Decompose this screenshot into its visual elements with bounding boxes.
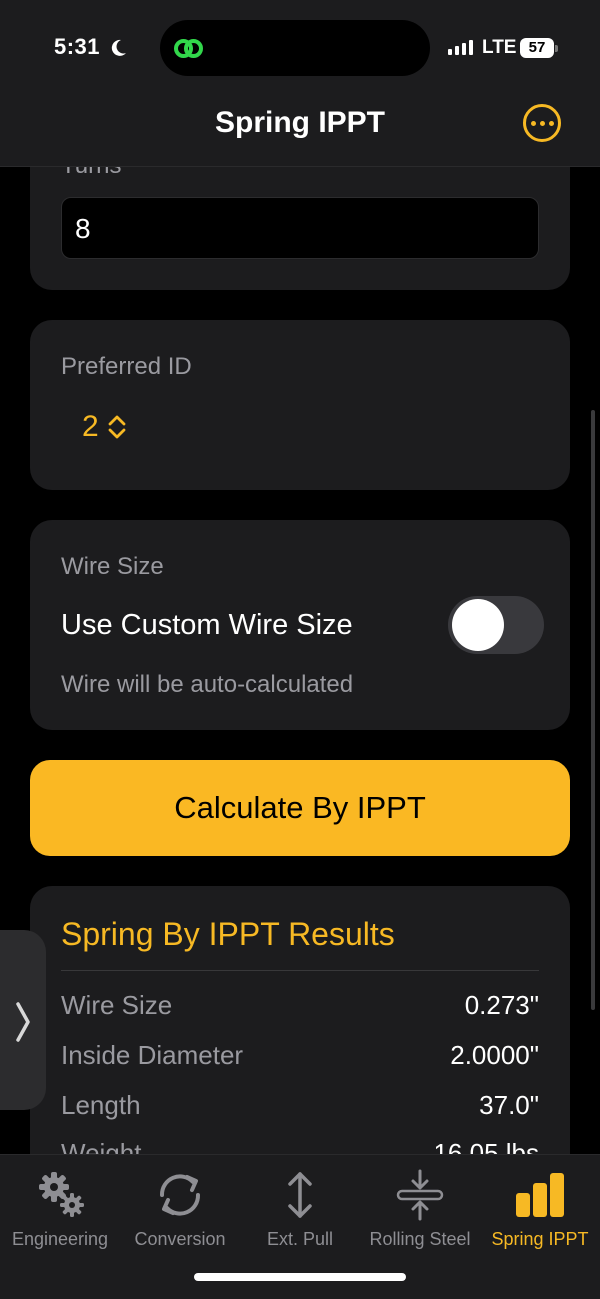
link-chain-icon bbox=[174, 39, 203, 58]
tab-conversion[interactable]: Conversion bbox=[120, 1169, 240, 1250]
chevron-up-down-icon bbox=[108, 415, 126, 439]
tab-rolling-steel[interactable]: Rolling Steel bbox=[360, 1169, 480, 1250]
side-drawer-tab[interactable] bbox=[0, 930, 46, 1110]
bar-chart-icon bbox=[516, 1173, 564, 1217]
toggle-knob[interactable] bbox=[452, 599, 504, 651]
tab-label-engineering: Engineering bbox=[11, 1229, 109, 1249]
results-title: Spring By IPPT Results bbox=[61, 916, 395, 952]
top-bar: 5:31 LTE 57 Spring IPPT bbox=[0, 0, 600, 167]
results-divider bbox=[61, 970, 539, 971]
preferred-id-card bbox=[30, 320, 570, 490]
network-type: LTE bbox=[482, 37, 517, 58]
scroll-indicator[interactable] bbox=[591, 410, 595, 1010]
battery-icon: 57 bbox=[520, 38, 554, 58]
tab-label-ext-pull: Ext. Pull bbox=[266, 1229, 334, 1249]
preferred-id-label: Preferred ID bbox=[61, 353, 192, 380]
signal-icon bbox=[448, 40, 473, 55]
battery-tip bbox=[555, 45, 558, 52]
home-indicator[interactable] bbox=[194, 1273, 406, 1281]
gears-icon bbox=[39, 1172, 84, 1217]
refresh-icon bbox=[159, 1174, 201, 1216]
tab-engineering[interactable]: Engineering bbox=[0, 1169, 120, 1250]
status-time: 5:31 bbox=[54, 34, 101, 59]
tab-spring-ippt[interactable]: Spring IPPT bbox=[480, 1169, 600, 1250]
preferred-id-value: 2 bbox=[82, 410, 99, 443]
chevron-right-icon bbox=[16, 1002, 30, 1043]
result-value-inside-diameter: 2.0000" bbox=[450, 1040, 539, 1070]
vertical-arrows-icon bbox=[288, 1172, 312, 1218]
compress-icon bbox=[396, 1169, 444, 1221]
result-label-wire-size: Wire Size bbox=[61, 990, 173, 1020]
preferred-id-picker[interactable]: 2 bbox=[82, 410, 127, 444]
moon-icon bbox=[111, 39, 126, 56]
tab-label-rolling-steel: Rolling Steel bbox=[369, 1229, 471, 1249]
result-label-length: Length bbox=[61, 1090, 141, 1120]
page-title: Spring IPPT bbox=[214, 106, 385, 139]
custom-wire-label: Use Custom Wire Size bbox=[61, 609, 353, 641]
tab-label-spring-ippt: Spring IPPT bbox=[491, 1229, 589, 1249]
result-value-wire-size: 0.273" bbox=[464, 990, 539, 1020]
wire-hint: Wire will be auto-calculated bbox=[61, 671, 354, 698]
tab-label-conversion: Conversion bbox=[134, 1229, 226, 1249]
tab-ext-pull[interactable]: Ext. Pull bbox=[240, 1169, 360, 1250]
calculate-button[interactable]: Calculate By IPPT bbox=[30, 760, 570, 856]
more-options-icon[interactable] bbox=[523, 104, 561, 142]
result-label-inside-diameter: Inside Diameter bbox=[61, 1040, 244, 1070]
wire-size-label: Wire Size bbox=[61, 553, 164, 580]
turns-input[interactable]: 8 bbox=[61, 197, 539, 259]
result-value-length: 37.0" bbox=[479, 1090, 539, 1120]
